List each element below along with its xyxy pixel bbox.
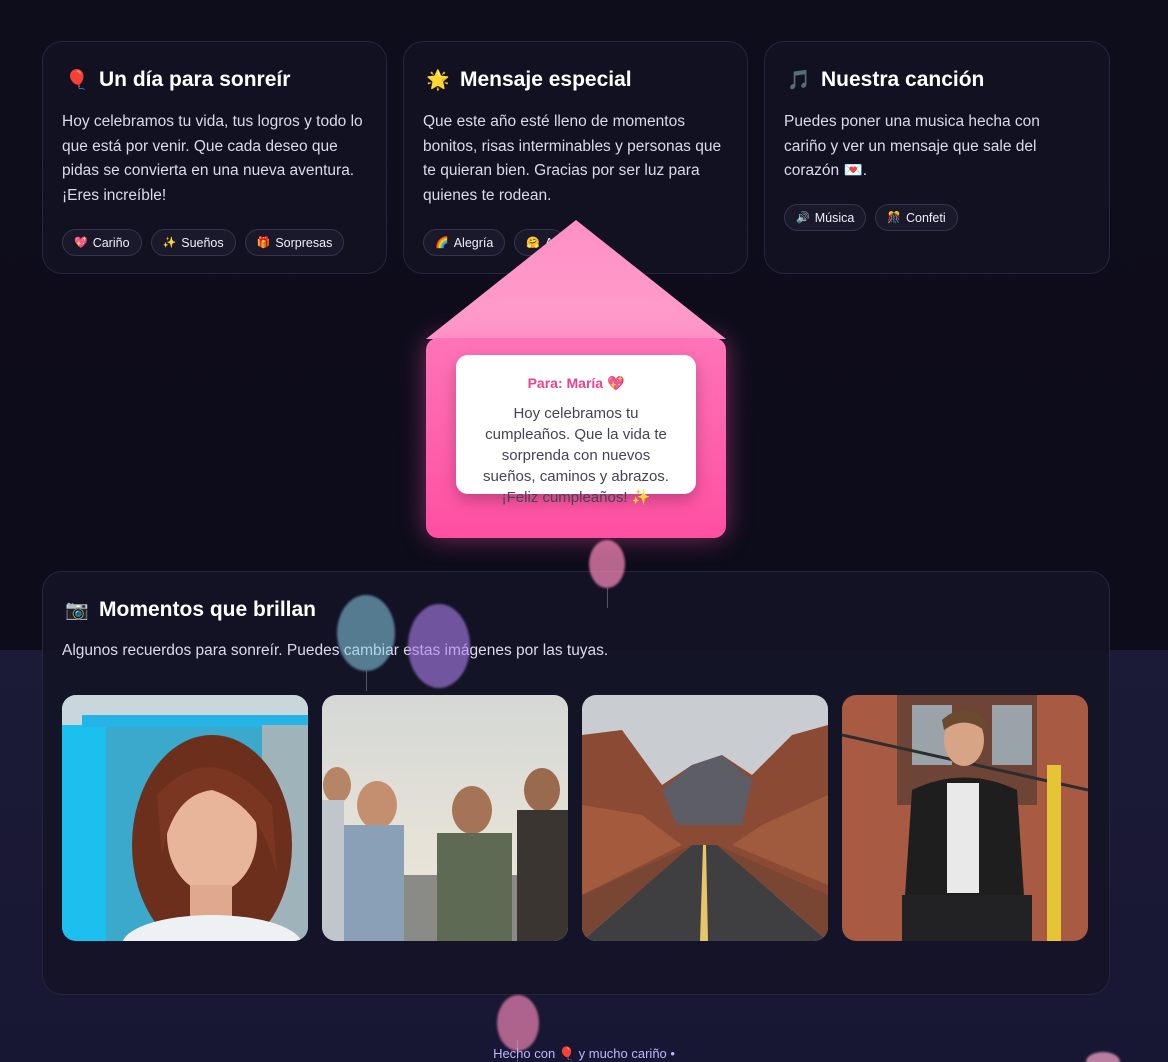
balloon-decoration [337,595,395,671]
card-nuestra-cancion: 🎵 Nuestra canción Puedes poner una music… [764,41,1110,274]
card-un-dia: 🎈 Un día para sonreír Hoy celebramos tu … [42,41,387,274]
photo-desert-road[interactable] [582,695,828,941]
music-note-icon: 🎵 [787,70,811,91]
letter-card[interactable]: Para: María 💖 Hoy celebramos tu cumpleañ… [456,355,696,506]
gift-icon: 🎁 [256,237,271,249]
photo-grid [62,695,1088,941]
card-title: 🌟 Mensaje especial [426,68,632,91]
card-text: Hoy celebramos tu vida, tus logros y tod… [62,113,363,204]
confetti-icon: 🎊 [887,212,901,224]
card-title: 🎵 Nuestra canción [787,68,985,91]
gallery-subtitle: Algunos recuerdos para sonreír. Puedes c… [62,642,609,659]
photo-man-leather-jacket[interactable] [842,695,1088,941]
card-tags: 💖 Cariño ✨ Sueños 🎁 Sorpresas [62,229,345,256]
camera-icon: 📷 [65,600,89,621]
balloon-string [366,671,367,691]
sun-icon: 🌟 [426,70,450,91]
heart-icon: 💖 [74,237,88,249]
footer-text: Hecho con 🎈 y mucho cariño • [493,1046,675,1061]
tag-confeti[interactable]: 🎊 Confeti [875,204,958,231]
letter-recipient: Para: María 💖 [527,375,625,391]
tag-carino[interactable]: 💖 Cariño [62,229,142,256]
card-tags: 🔊 Música 🎊 Confeti [784,204,958,231]
tag-sorpresas[interactable]: 🎁 Sorpresas [244,229,345,256]
gallery-title: 📷 Momentos que brillan [65,598,317,621]
card-text: Puedes poner una musica hecha con cariño… [784,113,1040,179]
tag-musica[interactable]: 🔊 Música [784,204,867,231]
letter-message: Hoy celebramos tu cumpleaños. Que la vid… [483,405,669,506]
card-text: Que este año esté lleno de momentos boni… [423,113,722,204]
balloon-string [607,588,608,608]
photo-friends-celebrating[interactable] [322,695,568,941]
balloon-decoration [497,995,539,1051]
balloon-decoration [589,540,625,588]
card-title: 🎈 Un día para sonreír [65,68,291,91]
photo-woman-portrait[interactable] [62,695,308,941]
balloon-decoration [408,604,470,688]
balloon-icon: 🎈 [65,70,89,91]
sparkles-icon: ✨ [162,237,177,249]
speaker-icon: 🔊 [796,212,810,224]
tag-suenos[interactable]: ✨ Sueños [150,229,236,256]
envelope-flap [426,220,726,339]
